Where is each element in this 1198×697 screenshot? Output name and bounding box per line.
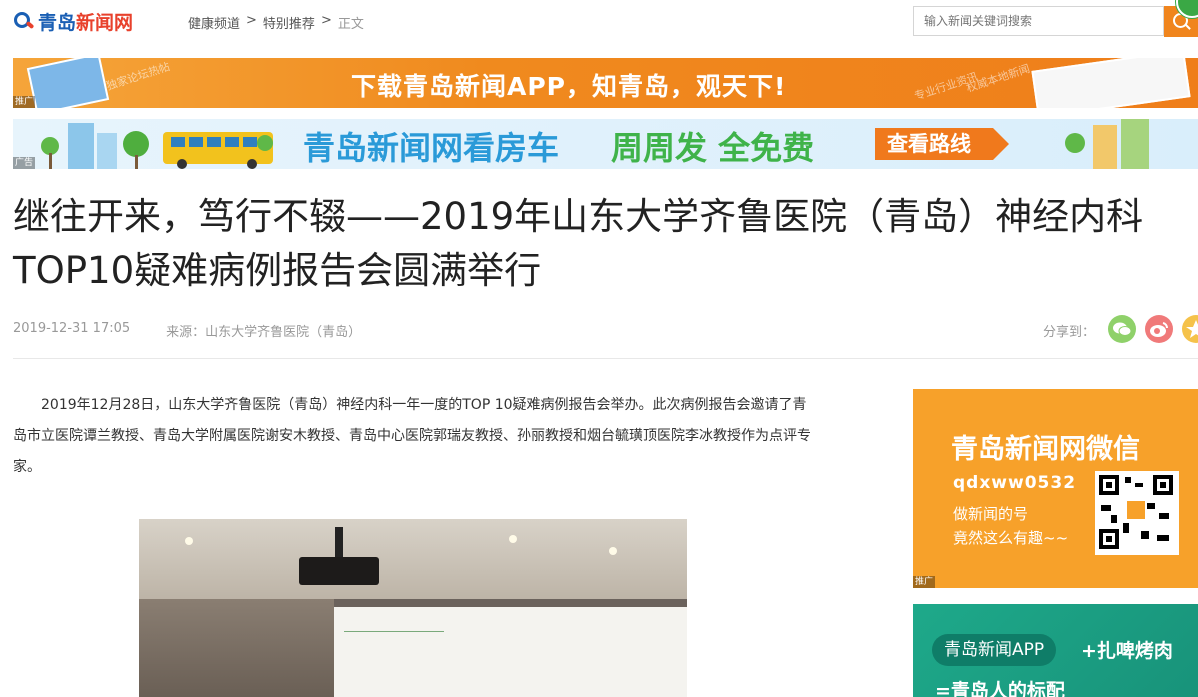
breadcrumb-featured[interactable]: 特别推荐	[263, 13, 315, 32]
search-box	[913, 6, 1174, 36]
arrow-right-icon	[993, 128, 1009, 160]
wechat-promo-ad[interactable]: 青岛新闻网微信 qdxww0532 做新闻的号 竟然这么有趣~~ 推广	[913, 389, 1198, 588]
projector-image	[299, 557, 379, 585]
ad-tag: 广告	[13, 157, 36, 169]
building-illustration	[68, 123, 94, 169]
wechat-promo-title: 青岛新闻网微信	[951, 434, 1140, 465]
wechat-id: qdxww0532	[953, 473, 1077, 493]
logo-text-part1: 青岛	[38, 11, 77, 34]
banner2-headline: 青岛新闻网看房车	[303, 129, 560, 167]
app-promo-text2: =青岛人的标配	[935, 680, 1065, 697]
building-illustration	[1121, 119, 1149, 169]
publish-date: 2019-12-31 17:05	[13, 321, 131, 336]
divider	[13, 358, 1198, 359]
article-paragraph: 2019年12月28日，山东大学齐鲁医院（青岛）神经内科一年一度的TOP 10疑…	[13, 397, 811, 475]
view-route-button[interactable]: 查看路线	[875, 128, 993, 160]
projection-screen-image	[334, 607, 687, 697]
breadcrumb-separator: >	[320, 13, 332, 28]
banner-headline: 下载青岛新闻APP，知青岛，观天下!	[351, 72, 787, 101]
banner-side-text-right2: 权威本地新闻	[964, 62, 1032, 95]
app-download-banner[interactable]: 独家论坛热帖 下载青岛新闻APP，知青岛，观天下! 专业行业资讯 权威本地新闻 …	[13, 58, 1198, 108]
article-meta: 2019-12-31 17:05 来源：山东大学齐鲁医院（青岛）	[13, 321, 361, 340]
breadcrumb-current: 正文	[337, 17, 364, 32]
app-screenshot-illustration	[1031, 58, 1191, 108]
search-input[interactable]	[914, 7, 1174, 35]
building-illustration	[1093, 125, 1117, 169]
banner-side-text-left: 独家论坛热帖	[104, 60, 172, 93]
article-title: 继往开来，笃行不辍——2019年山东大学齐鲁医院（青岛）神经内科TOP10疑难病…	[13, 195, 1144, 292]
building-illustration	[97, 133, 117, 169]
app-promo-text: +扎啤烤肉	[1081, 640, 1173, 662]
article-body: 2019年12月28日，山东大学齐鲁医院（青岛）神经内科一年一度的TOP 10疑…	[13, 390, 813, 483]
wechat-share-icon[interactable]	[1108, 315, 1136, 343]
article-photo	[139, 519, 687, 697]
tree-illustration	[257, 135, 273, 151]
site-logo[interactable]: 青岛新闻网	[13, 8, 133, 34]
tree-illustration	[123, 131, 149, 157]
bus-icon	[163, 132, 273, 169]
house-tour-banner[interactable]: 青岛新闻网看房车 周周发 全免费 查看路线 广告	[13, 119, 1198, 169]
article-source: 来源：山东大学齐鲁医院（青岛）	[166, 325, 362, 340]
breadcrumb-health[interactable]: 健康频道	[188, 13, 240, 32]
breadcrumb-separator: >	[246, 13, 257, 28]
qr-code-image	[1095, 471, 1179, 555]
tree-illustration	[1065, 133, 1085, 153]
logo-icon	[13, 10, 35, 32]
ad-tag: 推广	[13, 96, 36, 108]
wechat-slogan-line1: 做新闻的号	[953, 505, 1029, 523]
share-label: 分享到：	[1043, 325, 1096, 340]
qzone-share-icon[interactable]	[1182, 315, 1198, 343]
weibo-share-icon[interactable]	[1145, 315, 1173, 343]
wechat-slogan-line2: 竟然这么有趣~~	[953, 529, 1069, 547]
app-promo-ad[interactable]: 青岛新闻APP +扎啤烤肉 =青岛人的标配	[913, 604, 1198, 697]
banner2-highlight: 周周发 全免费	[611, 129, 815, 167]
phone-illustration	[26, 58, 110, 108]
logo-text-part2: 新闻网	[76, 11, 134, 34]
breadcrumb: 健康频道 > 特别推荐 > 正文	[188, 13, 364, 32]
app-promo-pill: 青岛新闻APP	[932, 634, 1057, 666]
ad-tag: 推广	[913, 576, 936, 588]
